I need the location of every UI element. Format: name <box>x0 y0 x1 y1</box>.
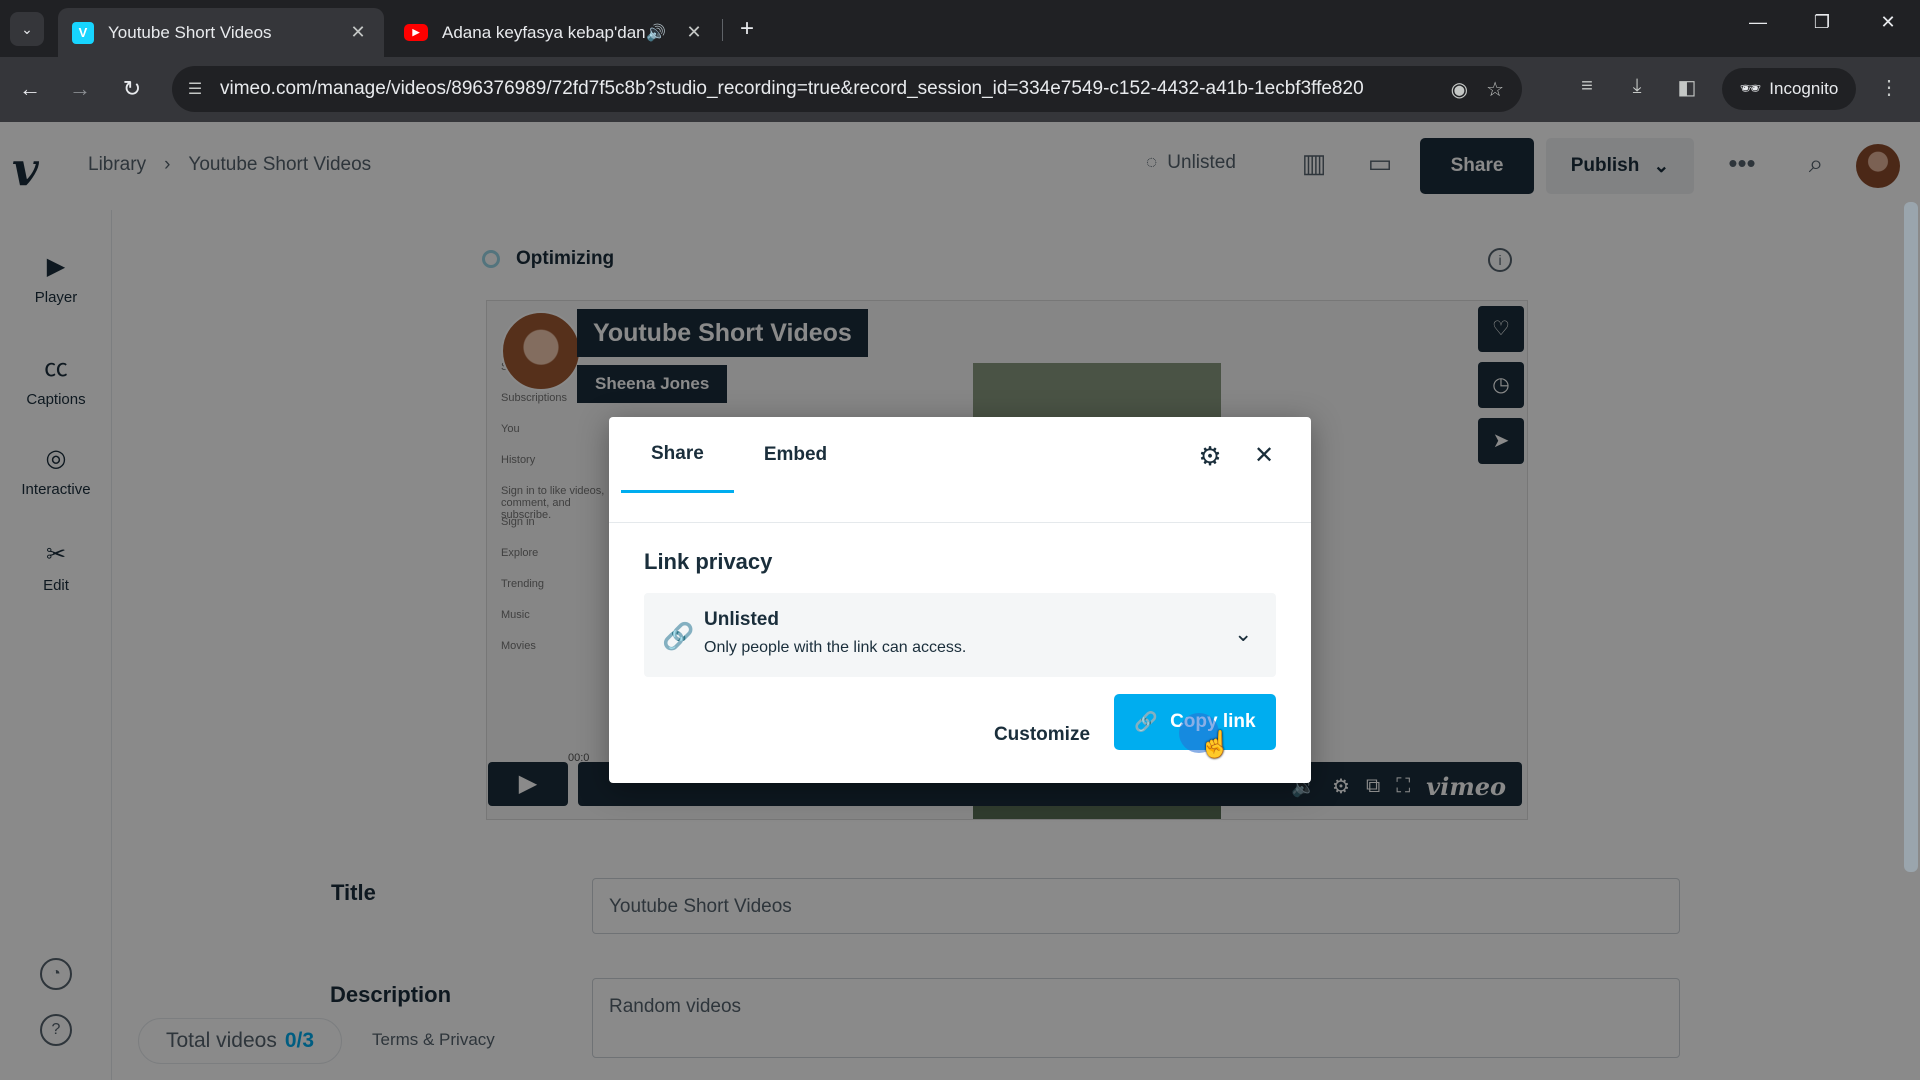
close-tab-icon[interactable]: ✕ <box>682 22 706 43</box>
close-tab-icon[interactable]: ✕ <box>346 22 370 43</box>
hand-cursor-icon: ☝ <box>1199 729 1232 759</box>
link-lock-icon: 🔗 <box>662 621 695 651</box>
star-icon[interactable]: ☆ <box>1486 77 1504 102</box>
incognito-icon: 🕶 <box>1739 79 1762 98</box>
tab-separator <box>722 19 723 41</box>
tab-youtube[interactable]: ▶ Adana keyfasya kebap'dan 🔊 ✕ <box>390 8 720 57</box>
new-tab-button[interactable]: + <box>732 14 762 44</box>
back-icon[interactable]: ← <box>14 73 46 105</box>
media-control-icon[interactable]: ≡ <box>1572 75 1602 98</box>
tab-vimeo[interactable]: V Youtube Short Videos ✕ <box>58 8 384 57</box>
minimize-icon[interactable]: — <box>1738 12 1778 33</box>
browser-menu-icon[interactable]: ⋮ <box>1874 75 1904 100</box>
eye-off-icon[interactable]: ◉ <box>1451 77 1468 102</box>
tab-share[interactable]: Share <box>621 417 734 493</box>
vimeo-icon: V <box>72 21 94 44</box>
reload-icon[interactable]: ↻ <box>116 73 148 105</box>
incognito-badge[interactable]: 🕶 Incognito <box>1722 68 1856 110</box>
speaker-icon[interactable]: 🔊 <box>646 23 666 43</box>
download-icon[interactable]: ⤓ <box>1622 75 1652 98</box>
link-icon: 🔗 <box>1134 712 1159 733</box>
dialog-divider <box>609 522 1311 523</box>
side-panel-icon[interactable]: ◧ <box>1672 75 1702 100</box>
gear-icon[interactable]: ⚙ <box>1195 441 1225 471</box>
tab-embed[interactable]: Embed <box>734 417 857 493</box>
share-dialog: Share Embed ⚙ ✕ Link privacy 🔗 Unlisted … <box>609 417 1311 783</box>
link-privacy-heading: Link privacy <box>644 549 773 574</box>
close-icon[interactable]: ✕ <box>1249 441 1279 471</box>
browser-toolbar: ← → ↻ ☰ vimeo.com/manage/videos/89637698… <box>0 57 1920 122</box>
tab-title: Adana keyfasya kebap'dan <box>442 22 646 42</box>
close-window-icon[interactable]: ✕ <box>1868 12 1908 33</box>
link-privacy-select[interactable]: 🔗 Unlisted Only people with the link can… <box>644 593 1276 677</box>
url-text[interactable]: vimeo.com/manage/videos/896376989/72fd7f… <box>220 78 1451 100</box>
customize-button[interactable]: Customize <box>975 707 1109 763</box>
tab-title: Youtube Short Videos <box>108 22 272 42</box>
address-bar[interactable]: ☰ vimeo.com/manage/videos/896376989/72fd… <box>172 66 1522 112</box>
chevron-down-icon: ⌄ <box>1234 621 1253 646</box>
privacy-option-description: Only people with the link can access. <box>704 639 967 656</box>
forward-icon[interactable]: → <box>64 73 96 105</box>
site-settings-icon[interactable]: ☰ <box>184 79 206 99</box>
chevron-down-icon: ⌄ <box>21 20 33 37</box>
youtube-icon: ▶ <box>404 24 428 41</box>
incognito-label: Incognito <box>1769 79 1839 98</box>
tab-search-button[interactable]: ⌄ <box>10 12 44 46</box>
page-scrollbar[interactable] <box>1904 202 1918 872</box>
restore-icon[interactable]: ❐ <box>1802 12 1842 33</box>
privacy-option-title: Unlisted <box>704 609 779 630</box>
dialog-tabs: Share Embed <box>621 417 857 493</box>
browser-tabstrip: ⌄ V Youtube Short Videos ✕ ▶ Adana keyfa… <box>0 0 1920 57</box>
